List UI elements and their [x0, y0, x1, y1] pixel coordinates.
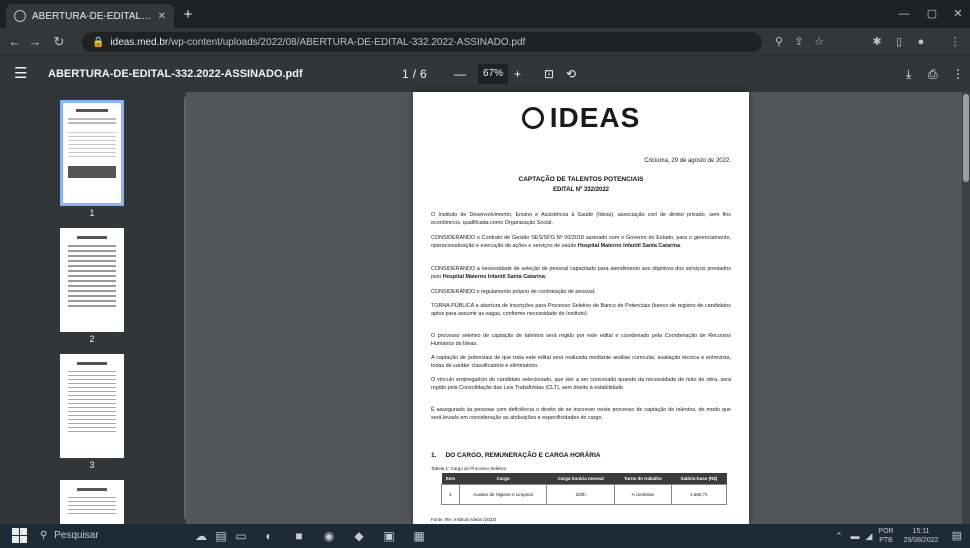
document-date: Criciúma, 29 de agosto de 2022. [644, 158, 731, 164]
paragraph: CONSIDERANDO o regulamento próprio de co… [431, 289, 596, 295]
reload-button[interactable]: ↻ [50, 33, 68, 51]
chrome-icon[interactable]: ◉ [320, 528, 338, 544]
table-source: Fonte: RH, Instituto Ideas (2022) [431, 517, 497, 522]
rotate-icon[interactable]: ⟲ [566, 64, 576, 84]
thumbnail-page-4[interactable] [60, 480, 124, 524]
page-current-input[interactable]: 1 [402, 64, 409, 84]
table-caption: Tabela 1: Cargo do Processo Seletivo [431, 466, 507, 471]
new-tab-button[interactable]: + [178, 6, 198, 24]
document-subtitle: EDITAL Nº 332/2022 [553, 187, 609, 193]
widgets-icon[interactable]: ☁ [192, 528, 210, 544]
print-icon[interactable]: ⎙ [928, 64, 938, 84]
maximize-icon[interactable]: ▢ [922, 6, 942, 22]
search-placeholder: Pesquisar [54, 530, 99, 541]
paragraph: CONSIDERANDO o Contrato de Gestão SES/SP… [431, 235, 731, 249]
app-icon[interactable]: ▦ [410, 528, 428, 544]
thumbnail-page-1[interactable] [60, 100, 124, 206]
document-title: CAPTAÇÃO DE TALENTOS POTENCIAIS [518, 176, 644, 183]
language-indicator[interactable]: POR PTB [874, 527, 898, 545]
app-icon[interactable]: ▣ [380, 528, 398, 544]
address-bar[interactable]: 🔒 ideas.med.br/wp-content/uploads/2022/0… [82, 32, 762, 52]
page-separator: / [412, 67, 417, 81]
position-table: Item Cargo Carga horária mensal Turno de… [441, 473, 728, 505]
store-icon[interactable]: ■ [290, 528, 308, 544]
url-domain: ideas.med.br [110, 36, 169, 48]
table-cell: A combinar [614, 484, 672, 505]
minimize-icon[interactable]: — [894, 6, 914, 22]
download-icon[interactable]: ⤓ [906, 64, 911, 84]
table-header-cell: Cargo [459, 473, 547, 485]
share-icon[interactable]: ⇪ [790, 34, 808, 50]
sidepanel-icon[interactable]: ▯ [890, 34, 908, 50]
table-cell: 1.650,71 [670, 484, 728, 505]
language-top: POR [878, 528, 894, 535]
table-header-cell: Salário-base (R$) [671, 473, 727, 485]
close-icon[interactable]: ✕ [158, 11, 166, 22]
table-header-cell: Item [441, 473, 460, 485]
zoom-icon[interactable]: ⚲ [770, 34, 788, 50]
thumbnail-page-2[interactable] [60, 228, 124, 332]
clock-time: 15:11 [912, 528, 930, 535]
thumbnail-page-3[interactable] [60, 354, 124, 458]
paragraph: É assegurado às pessoas com deficiência … [431, 407, 731, 421]
table-header-row: Item Cargo Carga horária mensal Turno de… [441, 473, 727, 485]
thumbnail-label: 3 [89, 460, 95, 470]
pdf-page: IDEAS Criciúma, 29 de agosto de 2022. CA… [413, 92, 749, 524]
app-icon[interactable]: ◆ [350, 528, 368, 544]
ideas-logo: IDEAS [413, 102, 749, 134]
table-cell: 220h [546, 484, 616, 505]
table-cell: Auxiliar de Higiene e Limpeza [458, 484, 548, 505]
globe-icon [14, 10, 26, 22]
clock[interactable]: 15:11 29/08/2022 [900, 527, 942, 545]
extensions-icon[interactable]: ✱ [868, 34, 886, 50]
paragraph: O processo seletivo de captação de talen… [431, 333, 731, 347]
zoom-level-input[interactable]: 67% [478, 64, 508, 84]
thumbnail-label: 2 [89, 334, 95, 344]
section-heading: 1. DO CARGO, REMUNERAÇÃO E CARGA HORÁRIA [431, 452, 601, 459]
paragraph: O Instituto de Desenvolvimento, Ensino e… [431, 212, 731, 226]
pdf-file-name: ABERTURA-DE-EDITAL-332.2022-ASSINADO.pdf [48, 68, 303, 80]
notification-icon[interactable]: ▤ [948, 528, 966, 544]
windows-start-icon[interactable] [12, 528, 28, 544]
fit-page-icon[interactable]: ⊡ [544, 64, 554, 84]
profile-icon[interactable]: ● [912, 34, 930, 50]
url-path: /wp-content/uploads/2022/08/ABERTURA-DE-… [168, 36, 526, 48]
page-total: 6 [420, 67, 427, 81]
hamburger-menu-icon[interactable]: ☰ [14, 64, 27, 84]
close-window-icon[interactable]: ✕ [948, 6, 968, 22]
table-row: 1 Auxiliar de Higiene e Limpeza 220h A c… [441, 484, 728, 505]
clock-date: 29/08/2022 [903, 537, 939, 544]
search-icon: ⚲ [40, 530, 48, 541]
menu-kebab-icon[interactable]: ⋮ [946, 34, 964, 50]
bookmark-star-icon[interactable]: ☆ [810, 34, 828, 50]
globe-logo-icon [521, 107, 544, 129]
tab-title: ABERTURA-DE-EDITAL-332.2022 [32, 10, 152, 22]
forward-button[interactable]: → [26, 33, 44, 51]
lock-icon: 🔒 [92, 36, 105, 48]
edge-icon[interactable]: ◐ [260, 528, 278, 544]
more-options-icon[interactable]: ⋮ [952, 64, 964, 84]
paragraph: A captação de potenciais de que trata es… [431, 355, 731, 369]
table-header-cell: Turno de trabalho [614, 473, 672, 485]
paragraph: CONSIDERANDO a necessidade de seleção de… [431, 266, 731, 280]
zoom-in-button[interactable]: + [514, 64, 521, 84]
back-button[interactable]: ← [6, 33, 24, 51]
table-header-cell: Carga horária mensal [546, 473, 615, 485]
tab-pdf[interactable]: ABERTURA-DE-EDITAL-332.2022 ✕ [6, 4, 174, 28]
paragraph: TORNA PÚBLICA a abertura de inscrições p… [431, 303, 731, 317]
page-indicator: 1 / 6 [402, 64, 442, 84]
language-bottom: PTB [879, 537, 893, 544]
file-explorer-icon[interactable]: ▭ [232, 528, 250, 544]
paragraph: O vínculo empregatício do candidato sele… [431, 377, 731, 391]
table-cell: 1 [441, 484, 460, 505]
zoom-out-button[interactable]: — [454, 64, 466, 84]
viewport-scroll-thumb[interactable] [963, 94, 969, 182]
thumbnail-label: 1 [89, 208, 95, 218]
taskbar-search[interactable]: ⚲ Pesquisar [40, 528, 180, 544]
task-view-icon[interactable]: ▤ [212, 528, 230, 544]
